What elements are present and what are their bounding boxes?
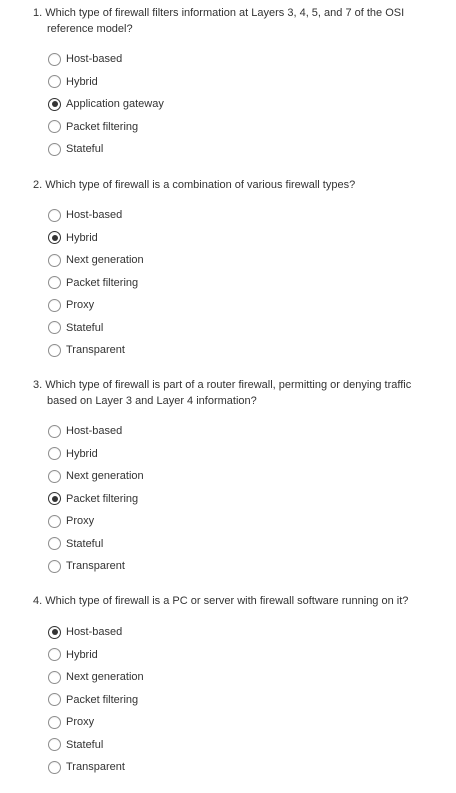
option-label: Application gateway <box>66 98 164 111</box>
option-label: Packet filtering <box>66 693 139 706</box>
question-text: 1. Which type of firewall filters inform… <box>33 6 442 37</box>
radio-option-stateful[interactable]: Stateful <box>48 138 164 161</box>
option-label: Hybrid <box>66 648 98 661</box>
question-prompt: Which type of firewall filters informati… <box>45 7 405 35</box>
radio-button[interactable] <box>48 625 61 639</box>
radio-button[interactable] <box>48 559 61 573</box>
option-label: Stateful <box>66 321 104 334</box>
option-label: Stateful <box>66 738 104 751</box>
radio-button[interactable] <box>48 298 61 312</box>
option-label: Next generation <box>66 470 144 483</box>
option-label: Stateful <box>66 143 104 156</box>
radio-option-next-generation[interactable]: Next generation <box>48 465 144 488</box>
radio-button[interactable] <box>48 715 61 729</box>
radio-button[interactable] <box>48 469 61 483</box>
radio-option-proxy[interactable]: Proxy <box>48 510 144 533</box>
answer-options: Host-based Hybrid Application gateway Pa… <box>48 48 164 161</box>
question-text: 3. Which type of firewall is part of a r… <box>33 378 442 409</box>
option-label: Next generation <box>66 254 144 267</box>
radio-option-transparent[interactable]: Transparent <box>48 555 144 578</box>
option-label: Host-based <box>66 425 123 438</box>
radio-button[interactable] <box>48 253 61 267</box>
option-label: Packet filtering <box>66 492 139 505</box>
radio-option-hybrid[interactable]: Hybrid <box>48 644 144 667</box>
answer-options: Host-based Hybrid Next generation Packet… <box>48 621 144 779</box>
question-text: 2. Which type of firewall is a combinati… <box>33 178 442 194</box>
radio-button[interactable] <box>48 447 61 461</box>
option-label: Transparent <box>66 761 125 774</box>
radio-button[interactable] <box>48 424 61 438</box>
radio-option-next-generation[interactable]: Next generation <box>48 249 144 272</box>
radio-button[interactable] <box>48 231 61 245</box>
radio-option-transparent[interactable]: Transparent <box>48 339 144 362</box>
option-label: Host-based <box>66 53 123 66</box>
question-number: 4. <box>33 595 43 607</box>
radio-option-packet-filtering[interactable]: Packet filtering <box>48 689 144 712</box>
radio-button[interactable] <box>48 760 61 774</box>
question-number: 1. <box>33 7 43 19</box>
question-prompt: Which type of firewall is a PC or server… <box>45 595 409 607</box>
radio-button[interactable] <box>48 648 61 662</box>
radio-option-hybrid[interactable]: Hybrid <box>48 443 144 466</box>
option-label: Host-based <box>66 626 123 639</box>
question-prompt: Which type of firewall is a combination … <box>45 179 356 191</box>
option-label: Proxy <box>66 299 95 312</box>
option-label: Next generation <box>66 671 144 684</box>
answer-options: Host-based Hybrid Next generation Packet… <box>48 420 144 578</box>
option-label: Packet filtering <box>66 276 139 289</box>
radio-button[interactable] <box>48 120 61 134</box>
radio-button[interactable] <box>48 343 61 357</box>
radio-option-packet-filtering[interactable]: Packet filtering <box>48 116 164 139</box>
radio-button[interactable] <box>48 492 61 506</box>
option-label: Hybrid <box>66 231 98 244</box>
radio-option-host-based[interactable]: Host-based <box>48 621 144 644</box>
question-number: 2. <box>33 179 43 191</box>
radio-button[interactable] <box>48 142 61 156</box>
radio-button[interactable] <box>48 52 61 66</box>
radio-option-stateful[interactable]: Stateful <box>48 317 144 340</box>
option-label: Transparent <box>66 344 125 357</box>
radio-option-host-based[interactable]: Host-based <box>48 204 144 227</box>
radio-option-packet-filtering[interactable]: Packet filtering <box>48 488 144 511</box>
radio-option-hybrid[interactable]: Hybrid <box>48 227 144 250</box>
radio-option-application-gateway[interactable]: Application gateway <box>48 93 164 116</box>
radio-option-transparent[interactable]: Transparent <box>48 756 144 779</box>
option-label: Proxy <box>66 515 95 528</box>
option-label: Proxy <box>66 716 95 729</box>
radio-button[interactable] <box>48 97 61 111</box>
option-label: Transparent <box>66 560 125 573</box>
radio-button[interactable] <box>48 321 61 335</box>
option-label: Hybrid <box>66 447 98 460</box>
radio-button[interactable] <box>48 738 61 752</box>
radio-option-host-based[interactable]: Host-based <box>48 420 144 443</box>
radio-option-proxy[interactable]: Proxy <box>48 711 144 734</box>
radio-option-stateful[interactable]: Stateful <box>48 734 144 757</box>
option-label: Stateful <box>66 537 104 550</box>
radio-button[interactable] <box>48 276 61 290</box>
radio-button[interactable] <box>48 670 61 684</box>
radio-button[interactable] <box>48 693 61 707</box>
option-label: Hybrid <box>66 75 98 88</box>
radio-option-host-based[interactable]: Host-based <box>48 48 164 71</box>
option-label: Host-based <box>66 209 123 222</box>
radio-button[interactable] <box>48 208 61 222</box>
question-number: 3. <box>33 379 43 391</box>
radio-option-next-generation[interactable]: Next generation <box>48 666 144 689</box>
answer-options: Host-based Hybrid Next generation Packet… <box>48 204 144 362</box>
radio-option-stateful[interactable]: Stateful <box>48 533 144 556</box>
radio-option-proxy[interactable]: Proxy <box>48 294 144 317</box>
question-prompt: Which type of firewall is part of a rout… <box>45 379 412 407</box>
radio-button[interactable] <box>48 514 61 528</box>
radio-button[interactable] <box>48 537 61 551</box>
radio-button[interactable] <box>48 75 61 89</box>
radio-option-packet-filtering[interactable]: Packet filtering <box>48 272 144 295</box>
question-text: 4. Which type of firewall is a PC or ser… <box>33 594 442 610</box>
option-label: Packet filtering <box>66 120 139 133</box>
radio-option-hybrid[interactable]: Hybrid <box>48 71 164 94</box>
